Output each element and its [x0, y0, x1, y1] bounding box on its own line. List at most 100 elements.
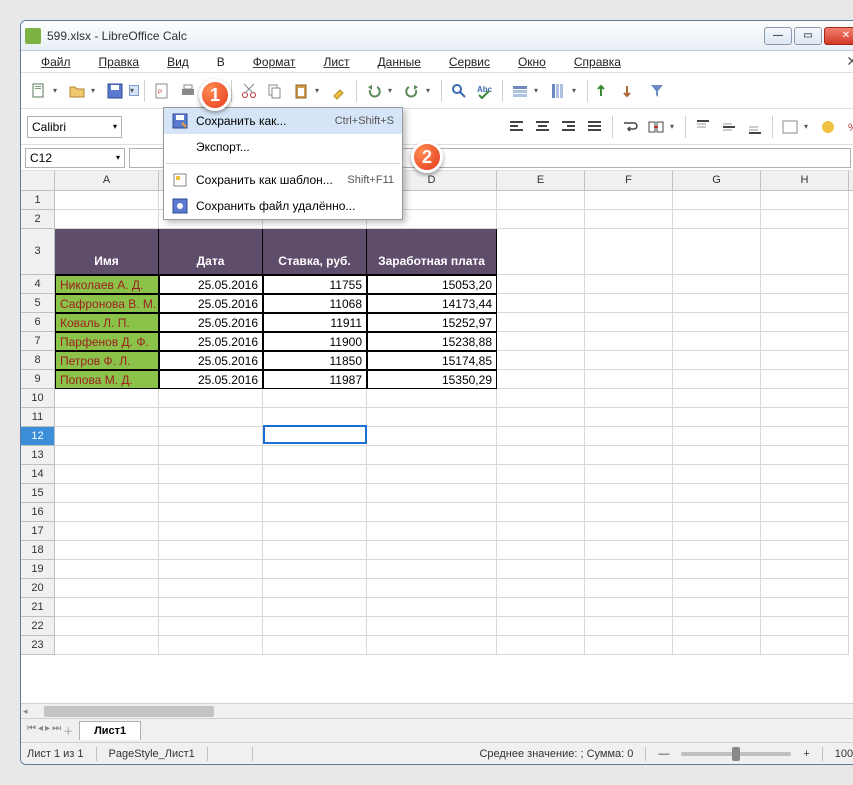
cell[interactable] — [673, 484, 761, 503]
table-cell[interactable]: 25.05.2016 — [159, 351, 263, 370]
col-header[interactable]: E — [497, 171, 585, 190]
cell[interactable] — [761, 229, 849, 275]
wrap-text-icon[interactable] — [618, 115, 642, 139]
row-header[interactable]: 15 — [21, 484, 55, 503]
cell[interactable] — [497, 484, 585, 503]
spellcheck-icon[interactable]: Abc — [473, 79, 497, 103]
cell[interactable] — [367, 465, 497, 484]
menu-sheet[interactable]: Лист — [311, 53, 361, 71]
cell[interactable] — [159, 617, 263, 636]
row-header[interactable]: 10 — [21, 389, 55, 408]
cell[interactable] — [761, 294, 849, 313]
cell[interactable] — [585, 275, 673, 294]
table-cell[interactable]: 25.05.2016 — [159, 275, 263, 294]
cell[interactable] — [673, 294, 761, 313]
cell[interactable] — [497, 465, 585, 484]
cell[interactable] — [761, 446, 849, 465]
col-header[interactable]: H — [761, 171, 849, 190]
table-cell[interactable]: 15174,85 — [367, 351, 497, 370]
align-center-icon[interactable] — [531, 115, 555, 139]
cell[interactable] — [761, 191, 849, 210]
row-header[interactable]: 7 — [21, 332, 55, 351]
table-cell[interactable]: 14173,44 — [367, 294, 497, 313]
cell[interactable] — [263, 522, 367, 541]
cell[interactable] — [673, 191, 761, 210]
cell[interactable] — [673, 370, 761, 389]
cell[interactable] — [159, 446, 263, 465]
cell[interactable] — [497, 389, 585, 408]
cell[interactable] — [55, 446, 159, 465]
new-icon[interactable] — [27, 79, 51, 103]
row-header[interactable]: 12 — [21, 427, 55, 446]
table-cell[interactable]: Парфенов Д. Ф. — [55, 332, 159, 351]
cell[interactable] — [263, 598, 367, 617]
cell[interactable] — [585, 598, 673, 617]
table-cell[interactable]: 11911 — [263, 313, 367, 332]
row-header[interactable]: 4 — [21, 275, 55, 294]
cell[interactable] — [497, 560, 585, 579]
valign-bottom-icon[interactable] — [743, 115, 767, 139]
cell[interactable] — [367, 636, 497, 655]
cell[interactable] — [585, 210, 673, 229]
save-icon[interactable] — [103, 79, 127, 103]
cell[interactable] — [263, 541, 367, 560]
cell[interactable] — [673, 332, 761, 351]
cell[interactable] — [761, 484, 849, 503]
cell[interactable] — [367, 389, 497, 408]
cell[interactable] — [497, 503, 585, 522]
table-cell[interactable]: 25.05.2016 — [159, 370, 263, 389]
zoom-slider[interactable] — [681, 752, 791, 756]
sort-asc-icon[interactable] — [593, 79, 617, 103]
menu-format[interactable]: Формат — [241, 53, 308, 71]
cell[interactable] — [497, 408, 585, 427]
cell[interactable] — [367, 503, 497, 522]
cell[interactable] — [55, 427, 159, 446]
table-cell[interactable]: 11900 — [263, 332, 367, 351]
cell[interactable] — [159, 465, 263, 484]
table-cell[interactable]: 25.05.2016 — [159, 294, 263, 313]
cell[interactable] — [497, 598, 585, 617]
currency-icon[interactable] — [816, 115, 840, 139]
cell[interactable] — [761, 522, 849, 541]
table-cell[interactable]: Коваль Л. П. — [55, 313, 159, 332]
menu-view[interactable]: Вид — [155, 53, 201, 71]
row-header[interactable]: 13 — [21, 446, 55, 465]
export-pdf-icon[interactable]: P — [150, 79, 174, 103]
row-header[interactable]: 17 — [21, 522, 55, 541]
cell[interactable] — [761, 389, 849, 408]
cell[interactable] — [159, 541, 263, 560]
cell[interactable] — [367, 484, 497, 503]
cell[interactable] — [585, 617, 673, 636]
cell[interactable] — [55, 408, 159, 427]
cell[interactable] — [55, 389, 159, 408]
cell[interactable] — [585, 313, 673, 332]
cell[interactable] — [55, 617, 159, 636]
cell[interactable] — [761, 560, 849, 579]
cell[interactable] — [159, 389, 263, 408]
cell[interactable] — [263, 446, 367, 465]
row-header[interactable]: 6 — [21, 313, 55, 332]
cell[interactable] — [761, 275, 849, 294]
cell[interactable] — [761, 636, 849, 655]
cell[interactable] — [497, 313, 585, 332]
number-format-icon[interactable] — [778, 115, 802, 139]
cell[interactable] — [497, 229, 585, 275]
cell[interactable] — [367, 446, 497, 465]
cell[interactable] — [263, 560, 367, 579]
cell[interactable] — [159, 408, 263, 427]
undo-icon[interactable] — [362, 79, 386, 103]
cell[interactable] — [761, 503, 849, 522]
table-header-cell[interactable]: Имя — [55, 229, 159, 275]
row-header[interactable]: 2 — [21, 210, 55, 229]
cell[interactable] — [585, 541, 673, 560]
table-cell[interactable]: Петров Ф. Л. — [55, 351, 159, 370]
table-cell[interactable]: Попова М. Д. — [55, 370, 159, 389]
cell[interactable] — [585, 351, 673, 370]
cell[interactable] — [673, 579, 761, 598]
cell[interactable] — [55, 191, 159, 210]
cell[interactable] — [497, 579, 585, 598]
cell[interactable] — [673, 408, 761, 427]
cell[interactable] — [673, 427, 761, 446]
cell[interactable] — [263, 636, 367, 655]
row-header[interactable]: 5 — [21, 294, 55, 313]
